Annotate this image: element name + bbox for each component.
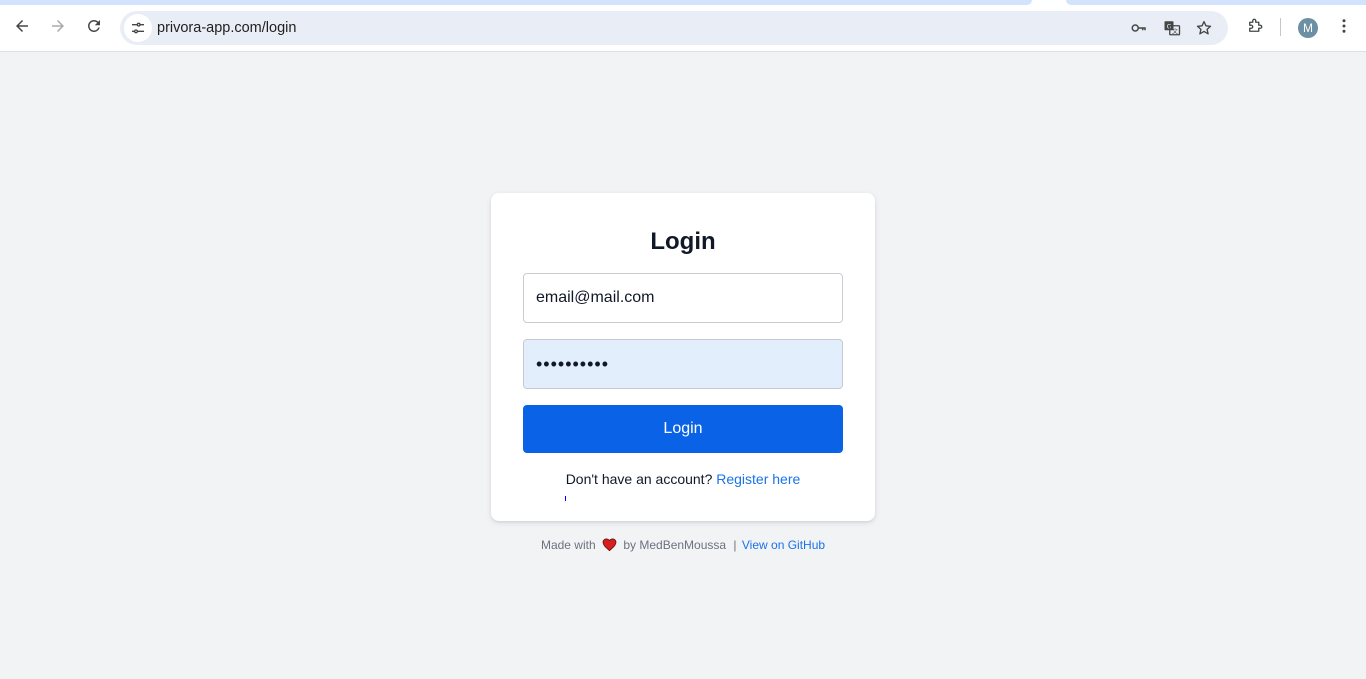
tune-icon xyxy=(132,22,144,34)
login-card: Login email@mail.com •••••••••• Login Do… xyxy=(491,193,875,521)
kebab-menu-icon xyxy=(1342,19,1346,33)
email-field[interactable]: email@mail.com xyxy=(523,273,843,323)
reload-icon xyxy=(87,19,100,32)
url-text[interactable]: privora-app.com/login xyxy=(157,20,296,36)
github-link[interactable]: View on GitHub xyxy=(742,538,825,552)
register-link[interactable]: Register here xyxy=(716,471,800,487)
footer-author: by MedBenMoussa xyxy=(623,538,727,552)
footer: Made with by MedBenMoussa | View on GitH… xyxy=(0,538,1366,554)
bookmark-star-button[interactable] xyxy=(1193,17,1215,39)
register-prompt: Don't have an account? Register here xyxy=(491,471,875,487)
back-button[interactable] xyxy=(8,12,36,40)
toolbar-divider xyxy=(1280,18,1281,36)
address-bar[interactable]: privora-app.com/login G文 xyxy=(120,11,1228,45)
tab-strip xyxy=(0,0,1366,5)
password-field[interactable]: •••••••••• xyxy=(523,339,843,389)
password-key-button[interactable] xyxy=(1128,17,1150,39)
site-info-button[interactable] xyxy=(124,14,152,42)
puzzle-icon xyxy=(1249,18,1263,32)
arrow-right-icon xyxy=(52,20,64,32)
forward-button[interactable] xyxy=(44,12,72,40)
tab-inactive-right[interactable] xyxy=(1066,0,1366,5)
page-title: Login xyxy=(650,228,716,255)
tab-inactive-left[interactable] xyxy=(0,0,1032,5)
profile-avatar[interactable]: M xyxy=(1298,18,1318,38)
browser-toolbar: privora-app.com/login G文 M xyxy=(0,0,1366,52)
reload-button[interactable] xyxy=(80,12,108,40)
key-icon xyxy=(1131,24,1146,32)
star-icon xyxy=(1196,20,1212,35)
translate-button[interactable]: G文 xyxy=(1161,17,1183,39)
footer-separator: | xyxy=(733,538,737,552)
svg-text:文: 文 xyxy=(1172,27,1178,35)
translate-icon: G文 xyxy=(1164,21,1181,36)
browser-menu-button[interactable] xyxy=(1332,14,1356,38)
heart-icon xyxy=(602,538,617,554)
login-button[interactable]: Login xyxy=(523,405,843,453)
extensions-button[interactable] xyxy=(1243,14,1267,38)
text-cursor-mark xyxy=(565,496,566,501)
register-prompt-text: Don't have an account? xyxy=(565,471,713,487)
arrow-left-icon xyxy=(16,20,28,32)
footer-made-with: Made with xyxy=(540,538,596,552)
